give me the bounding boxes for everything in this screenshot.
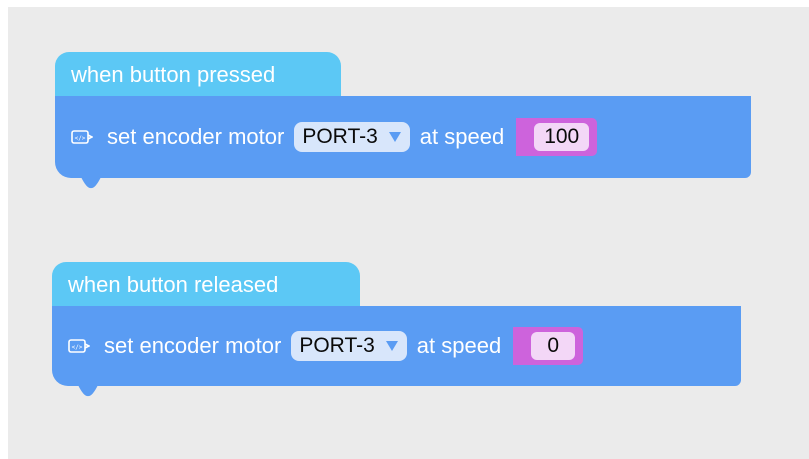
port-dropdown-value: PORT-3 xyxy=(299,334,375,357)
block-text-at-speed: at speed xyxy=(419,124,505,149)
block-text-set-encoder-motor: set encoder motor xyxy=(107,124,285,149)
code-icon: </> xyxy=(68,339,90,353)
hat-block-button-pressed[interactable]: when button pressed xyxy=(55,52,341,98)
script-workspace[interactable]: when button pressed </> set encoder moto… xyxy=(8,7,809,459)
svg-text:</>: </> xyxy=(72,344,83,351)
hat-block-label: when button released xyxy=(68,272,279,297)
block-text-at-speed: at speed xyxy=(416,333,502,358)
set-encoder-motor-block[interactable]: </> set encoder motor PORT-3 at speed 0 xyxy=(52,306,741,397)
triangle-down-icon xyxy=(385,341,398,351)
svg-text:</>: </> xyxy=(75,135,86,142)
speed-reporter[interactable]: 0 xyxy=(513,327,584,365)
speed-input[interactable]: 100 xyxy=(534,123,590,151)
set-encoder-motor-block[interactable]: </> set encoder motor PORT-3 at speed 10… xyxy=(55,96,751,189)
port-dropdown-value: PORT-3 xyxy=(302,125,378,148)
block-text-set-encoder-motor: set encoder motor xyxy=(104,333,282,358)
puzzle-connector-icon xyxy=(516,118,531,156)
speed-reporter[interactable]: 100 xyxy=(516,118,598,156)
block-connector-notch xyxy=(78,385,98,397)
port-dropdown[interactable]: PORT-3 xyxy=(291,331,407,361)
triangle-down-icon xyxy=(388,132,401,142)
hat-block-button-released[interactable]: when button released xyxy=(52,262,360,308)
puzzle-connector-icon xyxy=(513,327,528,365)
speed-input[interactable]: 0 xyxy=(531,332,576,360)
port-dropdown[interactable]: PORT-3 xyxy=(294,122,410,152)
code-icon: </> xyxy=(71,130,93,144)
hat-block-label: when button pressed xyxy=(71,62,276,87)
block-connector-notch xyxy=(77,177,105,189)
